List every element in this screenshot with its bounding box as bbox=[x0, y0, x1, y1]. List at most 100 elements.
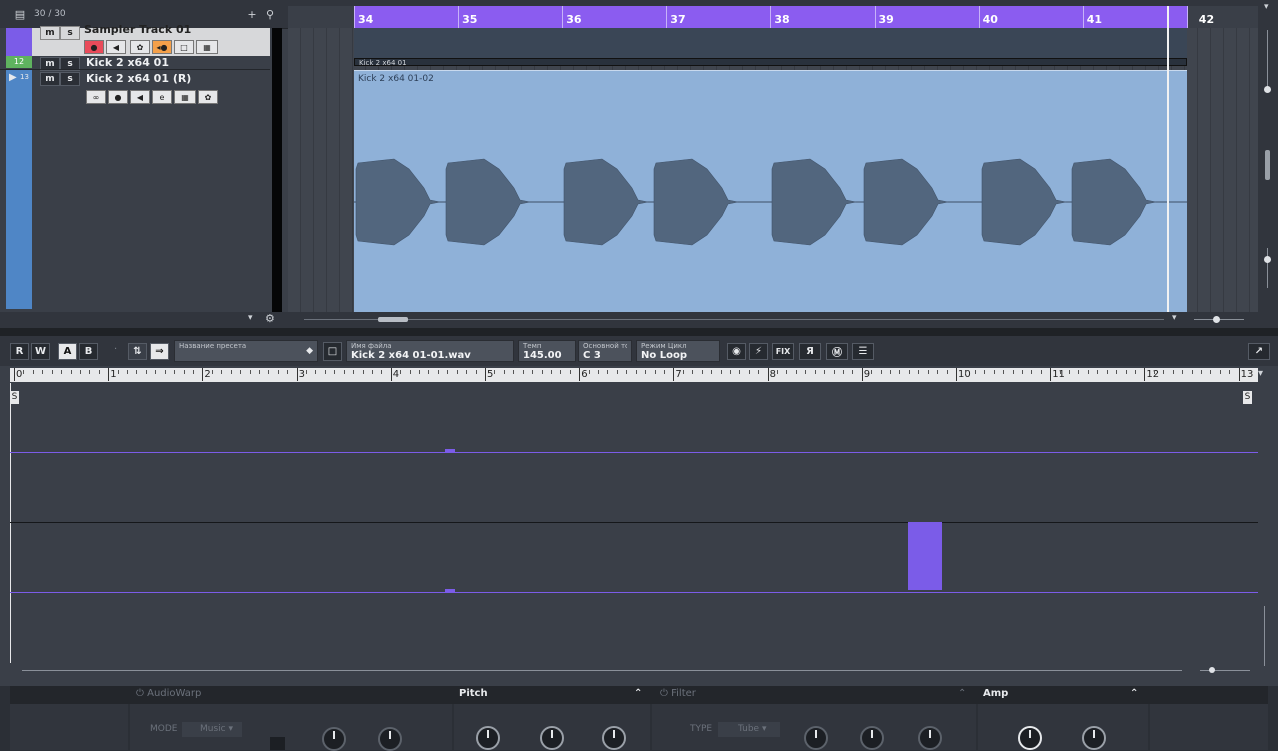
ruler-minor-tick bbox=[475, 370, 477, 374]
knob[interactable] bbox=[860, 726, 884, 750]
knob[interactable] bbox=[918, 726, 942, 750]
m-circle-icon[interactable]: Ⓜ bbox=[826, 343, 848, 360]
sample-display[interactable]: S S bbox=[10, 383, 1258, 665]
knob[interactable] bbox=[540, 726, 564, 750]
ruler-minor-tick bbox=[409, 370, 411, 374]
track-row-sampler[interactable]: m s Sampler Track 01 ● ◀ ✿ ◂● □ ▦ bbox=[32, 23, 270, 56]
knob[interactable] bbox=[1082, 726, 1106, 750]
track-name[interactable]: Sampler Track 01 bbox=[84, 23, 191, 36]
a-button[interactable]: A bbox=[58, 343, 77, 360]
chevron-down-icon[interactable]: ▾ bbox=[1258, 368, 1263, 379]
ruler-minor-tick bbox=[758, 370, 760, 374]
zoom-handle[interactable] bbox=[1209, 667, 1215, 673]
vertical-scrollbar[interactable] bbox=[1265, 150, 1270, 180]
read-button[interactable]: R bbox=[10, 343, 29, 360]
write-button[interactable]: W bbox=[31, 343, 50, 360]
reverse-button[interactable]: Я bbox=[799, 343, 821, 360]
ruler-tick bbox=[390, 368, 392, 381]
split-icon[interactable]: ⇅ bbox=[128, 343, 147, 360]
root-key-field[interactable]: Основной то C 3 bbox=[578, 340, 632, 362]
track-name[interactable]: Kick 2 x64 01 bbox=[86, 56, 169, 69]
vertical-scroll-zoom[interactable]: ▾ bbox=[1258, 0, 1278, 328]
lightning-icon[interactable]: ⚡ bbox=[749, 343, 768, 360]
gear-icon[interactable]: ⚙ bbox=[265, 312, 275, 325]
preset-field[interactable]: Название пресета ◆ bbox=[174, 340, 318, 362]
timeline-ruler[interactable]: 34 35 36 37 38 39 40 41 42 bbox=[354, 6, 1214, 28]
tempo-field[interactable]: Темп 145.00 bbox=[518, 340, 576, 362]
b-button[interactable]: B bbox=[79, 343, 98, 360]
track-color-kick-r[interactable]: ▶ 13 bbox=[6, 70, 32, 309]
mute-button[interactable]: m bbox=[40, 26, 60, 40]
plus-icon[interactable]: + bbox=[244, 7, 260, 21]
power-icon[interactable]: ⏻ bbox=[660, 688, 668, 699]
lanes-icon[interactable]: □ bbox=[174, 40, 194, 54]
audio-clip[interactable]: Kick 2 x64 01-02 bbox=[354, 70, 1187, 312]
transfer-icon[interactable]: ⇒ bbox=[150, 343, 169, 360]
search-icon[interactable]: ⚲ bbox=[262, 7, 278, 21]
playhead[interactable] bbox=[1167, 6, 1169, 312]
power-icon[interactable]: ⏻ bbox=[136, 688, 144, 699]
toggle-button[interactable] bbox=[270, 737, 285, 750]
audiowarp-title[interactable]: ⏻ AudioWarp bbox=[136, 688, 201, 699]
edit-icon[interactable]: ▦ bbox=[174, 90, 196, 104]
knob[interactable] bbox=[1018, 726, 1042, 750]
read-automation-button[interactable]: ◂● bbox=[152, 40, 172, 54]
track-list-splitter[interactable] bbox=[272, 28, 282, 312]
ruler-number: 2 bbox=[204, 369, 211, 380]
freeze-icon[interactable]: e bbox=[152, 90, 172, 104]
edit-icon[interactable]: ▦ bbox=[196, 40, 218, 54]
filter-title[interactable]: ⏻ Filter bbox=[660, 688, 696, 699]
horizontal-scroll[interactable]: ▾ bbox=[288, 312, 1258, 328]
editor-vertical-zoom[interactable] bbox=[1258, 596, 1278, 676]
envelope-icon[interactable]: ⌃ bbox=[1130, 688, 1138, 699]
start-marker[interactable]: S bbox=[10, 391, 19, 404]
target-icon[interactable]: ◉ bbox=[727, 343, 746, 360]
track-name[interactable]: Kick 2 x64 01 (R) bbox=[86, 72, 191, 85]
knob[interactable] bbox=[378, 727, 402, 751]
type-dropdown[interactable]: Tube ▾ bbox=[718, 722, 780, 737]
envelope-icon[interactable]: ⌃ bbox=[958, 688, 966, 699]
preset-menu-icon[interactable]: ◆ bbox=[306, 346, 313, 356]
folder-icon[interactable]: □ bbox=[323, 342, 342, 361]
expand-icon[interactable]: ↗ bbox=[1248, 343, 1270, 360]
track-list-icon[interactable]: ▤ bbox=[12, 7, 28, 21]
end-marker[interactable]: S bbox=[1243, 391, 1252, 404]
mode-dropdown[interactable]: Music ▾ bbox=[182, 722, 242, 737]
horizontal-scrollbar[interactable] bbox=[378, 317, 408, 322]
link-icon[interactable]: ∞ bbox=[86, 90, 106, 104]
monitor-button[interactable]: ◀ bbox=[106, 40, 126, 54]
arrangement-view[interactable]: 34 35 36 37 38 39 40 41 42 Kick 2 x64 01 Kick 2 … bbox=[288, 0, 1258, 312]
zoom-handle[interactable] bbox=[1264, 86, 1271, 93]
settings-icon[interactable]: ✿ bbox=[198, 90, 218, 104]
record-enable-button[interactable]: ● bbox=[108, 90, 128, 104]
chevron-down-icon[interactable]: ▾ bbox=[1264, 2, 1269, 12]
solo-button[interactable]: s bbox=[60, 72, 80, 86]
record-enable-button[interactable]: ● bbox=[84, 40, 104, 54]
knob[interactable] bbox=[602, 726, 626, 750]
chevron-down-icon[interactable]: ▾ bbox=[1172, 313, 1177, 323]
slice-icon[interactable]: ☰ bbox=[852, 343, 874, 360]
zoom-handle[interactable] bbox=[1264, 256, 1271, 263]
loop-mode-field[interactable]: Режим Цикл No Loop bbox=[636, 340, 720, 362]
fix-button[interactable]: FIX bbox=[772, 343, 794, 360]
mute-button[interactable]: m bbox=[40, 72, 60, 86]
window-splitter[interactable] bbox=[0, 328, 1278, 336]
zoom-handle[interactable] bbox=[1213, 316, 1220, 323]
monitor-button[interactable]: ◀ bbox=[130, 90, 150, 104]
ruler-minor-tick bbox=[937, 370, 939, 374]
editor-horizontal-scroll[interactable] bbox=[22, 670, 1182, 671]
knob[interactable] bbox=[322, 727, 346, 751]
clip-strip[interactable]: Kick 2 x64 01 bbox=[354, 58, 1187, 67]
chevron-down-icon[interactable]: ▾ bbox=[248, 313, 253, 323]
knob[interactable] bbox=[476, 726, 500, 750]
settings-icon[interactable]: ✿ bbox=[130, 40, 150, 54]
sample-ruler[interactable]: 0 1 2 3 4 5 6 7 8 9 10 11 12 13 bbox=[10, 368, 1258, 382]
track-color-sampler[interactable] bbox=[6, 28, 32, 56]
knob[interactable] bbox=[804, 726, 828, 750]
ruler-minor-tick bbox=[522, 370, 524, 374]
solo-button[interactable]: s bbox=[60, 26, 80, 40]
file-field[interactable]: Имя файла Kick 2 x64 01-01.wav bbox=[346, 340, 514, 362]
envelope-icon[interactable]: ⌃ bbox=[634, 688, 642, 699]
ruler-minor-tick bbox=[824, 370, 826, 374]
sampler-track-lane[interactable] bbox=[354, 28, 1187, 58]
